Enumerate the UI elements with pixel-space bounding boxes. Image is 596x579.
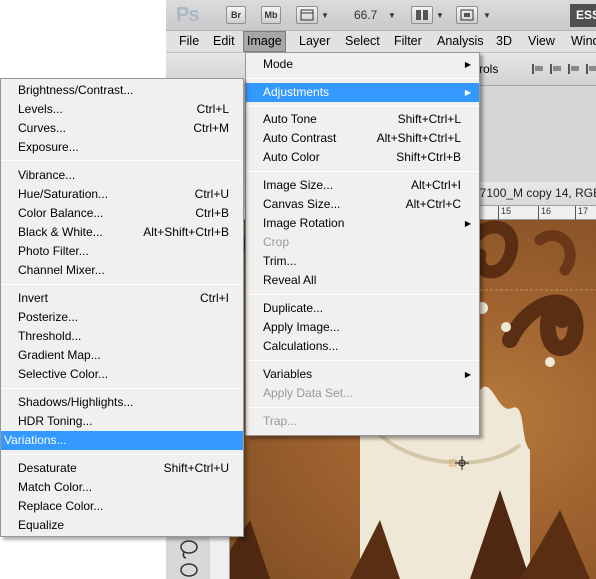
zoom-level[interactable]: 66.7	[354, 8, 377, 22]
submenu-arrow-icon: ▶	[464, 370, 471, 379]
workspace-switcher[interactable]: ESS	[570, 4, 596, 27]
menu-item-levels[interactable]: Levels... Ctrl+L	[1, 100, 243, 119]
menu-item-shadows-highlights[interactable]: Shadows/Highlights...	[1, 393, 243, 412]
menu-divider	[247, 106, 478, 107]
arrange-documents-icon[interactable]	[411, 6, 433, 24]
align-icon[interactable]	[586, 64, 596, 74]
menu-filter[interactable]: Filter	[391, 31, 425, 52]
minibridge-button[interactable]: Mb	[261, 6, 281, 24]
menu-analysis[interactable]: Analysis	[434, 31, 487, 52]
ruler-tick: 16	[538, 206, 551, 220]
menu-item-posterize[interactable]: Posterize...	[1, 308, 243, 327]
view-extras-icon[interactable]	[296, 6, 318, 24]
menu-item-replace-color[interactable]: Replace Color...	[1, 497, 243, 516]
menu-item-image-rotation[interactable]: Image Rotation ▶	[246, 214, 479, 233]
menu-divider	[2, 160, 242, 161]
menu-item-color-balance[interactable]: Color Balance... Ctrl+B	[1, 204, 243, 223]
menu-item-variables[interactable]: Variables ▶	[246, 365, 479, 384]
menu-edit[interactable]: Edit	[210, 31, 238, 52]
chevron-down-icon[interactable]: ▼	[483, 11, 491, 20]
menu-divider	[247, 78, 478, 79]
menu-item-adjustments[interactable]: Adjustments ▶	[246, 83, 479, 102]
menu-item-image-size[interactable]: Image Size... Alt+Ctrl+I	[246, 176, 479, 195]
chevron-down-icon[interactable]: ▼	[436, 11, 444, 20]
menu-item-black-white[interactable]: Black & White... Alt+Shift+Ctrl+B	[1, 223, 243, 242]
menu-divider	[2, 284, 242, 285]
menu-3d[interactable]: 3D	[493, 31, 515, 52]
menu-view[interactable]: View	[525, 31, 558, 52]
align-icon[interactable]	[550, 64, 562, 74]
align-icon[interactable]	[568, 64, 580, 74]
menu-layer[interactable]: Layer	[296, 31, 333, 52]
align-icon[interactable]	[532, 64, 544, 74]
menu-item-reveal-all[interactable]: Reveal All	[246, 271, 479, 290]
menu-divider	[247, 360, 478, 361]
menu-item-mode[interactable]: Mode ▶	[246, 55, 479, 74]
menu-item-invert[interactable]: Invert Ctrl+I	[1, 289, 243, 308]
menu-item-vibrance[interactable]: Vibrance...	[1, 166, 243, 185]
image-menu-dropdown: Mode ▶ Adjustments ▶ Auto Tone Shift+Ctr…	[245, 52, 480, 436]
menu-item-exposure[interactable]: Exposure...	[1, 138, 243, 157]
application-bar: Ps Br Mb ▼ 66.7 ▼ ▼ ▼ ESS	[166, 0, 596, 31]
menu-divider	[2, 388, 242, 389]
menu-item-auto-tone[interactable]: Auto Tone Shift+Ctrl+L	[246, 110, 479, 129]
menu-divider	[2, 454, 242, 455]
menu-item-auto-color[interactable]: Auto Color Shift+Ctrl+B	[246, 148, 479, 167]
ruler-tick: 15	[498, 206, 511, 220]
menu-divider	[247, 171, 478, 172]
bridge-button[interactable]: Br	[226, 6, 246, 24]
menu-item-curves[interactable]: Curves... Ctrl+M	[1, 119, 243, 138]
photoshop-logo: Ps	[176, 4, 199, 26]
menu-item-apply-image[interactable]: Apply Image...	[246, 318, 479, 337]
menu-item-selective-color[interactable]: Selective Color...	[1, 365, 243, 384]
submenu-arrow-icon: ▶	[464, 88, 471, 97]
menu-item-equalize[interactable]: Equalize	[1, 516, 243, 535]
menu-item-gradient-map[interactable]: Gradient Map...	[1, 346, 243, 365]
menu-divider	[247, 294, 478, 295]
menu-select[interactable]: Select	[342, 31, 383, 52]
menu-item-crop: Crop	[263, 235, 290, 249]
document-title: 47100_M copy 14, RGB	[473, 186, 596, 200]
lasso-tool-icon[interactable]	[178, 538, 200, 560]
menu-window[interactable]: Wind	[568, 31, 596, 52]
menu-item-desaturate[interactable]: Desaturate Shift+Ctrl+U	[1, 459, 243, 478]
menu-item-canvas-size[interactable]: Canvas Size... Alt+Ctrl+C	[246, 195, 479, 214]
chevron-down-icon[interactable]: ▼	[388, 11, 396, 20]
menu-image[interactable]: Image	[243, 31, 286, 52]
menu-item-variations[interactable]: Variations...	[1, 431, 243, 450]
menu-item-apply-data-set: Apply Data Set...	[263, 386, 354, 400]
ruler-tick: 17	[575, 206, 588, 220]
crosshair-icon	[455, 456, 469, 470]
menu-item-photo-filter[interactable]: Photo Filter...	[1, 242, 243, 261]
menu-file[interactable]: File	[176, 31, 202, 52]
screen-mode-icon[interactable]	[456, 6, 478, 24]
chevron-down-icon[interactable]: ▼	[321, 11, 329, 20]
submenu-arrow-icon: ▶	[464, 60, 471, 69]
menu-bar: File Edit Image Layer Select Filter Anal…	[166, 31, 596, 53]
menu-item-threshold[interactable]: Threshold...	[1, 327, 243, 346]
menu-item-auto-contrast[interactable]: Auto Contrast Alt+Shift+Ctrl+L	[246, 129, 479, 148]
menu-item-hue-saturation[interactable]: Hue/Saturation... Ctrl+U	[1, 185, 243, 204]
menu-item-brightness-contrast[interactable]: Brightness/Contrast...	[1, 81, 243, 100]
menu-item-duplicate[interactable]: Duplicate...	[246, 299, 479, 318]
lasso-tool-icon[interactable]	[178, 562, 200, 578]
menu-item-hdr-toning[interactable]: HDR Toning...	[1, 412, 243, 431]
adjustments-submenu: Brightness/Contrast... Levels... Ctrl+L …	[0, 78, 244, 537]
menu-item-trim[interactable]: Trim...	[246, 252, 479, 271]
menu-divider	[247, 407, 478, 408]
menu-item-channel-mixer[interactable]: Channel Mixer...	[1, 261, 243, 280]
menu-item-match-color[interactable]: Match Color...	[1, 478, 243, 497]
submenu-arrow-icon: ▶	[464, 219, 471, 228]
menu-item-trap: Trap...	[263, 414, 298, 428]
menu-item-calculations[interactable]: Calculations...	[246, 337, 479, 356]
